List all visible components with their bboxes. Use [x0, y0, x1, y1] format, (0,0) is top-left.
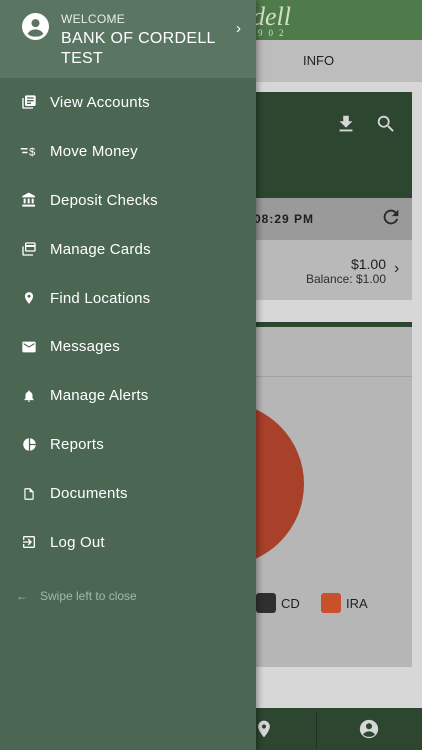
menu-item-view-accounts[interactable]: View Accounts: [0, 78, 256, 127]
legend-label-cd: CD: [281, 595, 300, 611]
bottom-nav-divider: [316, 712, 317, 748]
menu-item-log-out[interactable]: Log Out: [0, 518, 256, 567]
welcome-label: WELCOME: [61, 12, 126, 26]
menu-item-manage-cards[interactable]: Manage Cards: [0, 225, 256, 274]
menu-label: Deposit Checks: [50, 191, 158, 209]
profile-icon[interactable]: [358, 718, 380, 740]
menu-label: Messages: [50, 338, 120, 356]
menu-label: View Accounts: [50, 93, 150, 111]
bank-icon: [20, 191, 38, 209]
legend-swatch-cd: [256, 593, 276, 613]
menu-label: Log Out: [50, 533, 105, 551]
chevron-right-icon: ›: [236, 20, 241, 37]
drawer-menu: View Accounts $ Move Money Deposit Check…: [0, 78, 256, 567]
logout-icon: [20, 533, 38, 551]
move-money-icon: $: [20, 142, 38, 160]
swipe-hint-text: Swipe left to close: [40, 589, 137, 603]
swipe-hint: ← Swipe left to close: [16, 589, 137, 603]
menu-label: Reports: [50, 436, 104, 454]
menu-item-move-money[interactable]: $ Move Money: [0, 127, 256, 176]
drawer-profile-header[interactable]: WELCOME BANK OF CORDELL TEST ›: [0, 0, 256, 78]
pie-chart-icon: [20, 436, 38, 454]
menu-item-messages[interactable]: Messages: [0, 322, 256, 371]
legend-swatch-ira: [321, 593, 341, 613]
card-icon: [20, 240, 38, 258]
menu-item-find-locations[interactable]: Find Locations: [0, 274, 256, 323]
menu-label: Find Locations: [50, 289, 151, 307]
menu-label: Move Money: [50, 142, 138, 160]
svg-text:$: $: [29, 147, 36, 159]
avatar-icon: [22, 13, 49, 40]
bank-name: BANK OF CORDELL TEST: [61, 30, 216, 67]
location-pin-icon[interactable]: [254, 718, 274, 740]
legend-item-cd: CD: [256, 593, 300, 613]
menu-item-deposit-checks[interactable]: Deposit Checks: [0, 176, 256, 225]
location-pin-icon: [20, 289, 38, 307]
bell-icon: [20, 387, 38, 405]
accounts-icon: [20, 93, 38, 111]
navigation-drawer: WELCOME BANK OF CORDELL TEST › View Acco…: [0, 0, 256, 750]
arrow-left-icon: ←: [16, 589, 28, 603]
legend-item-ira: IRA: [321, 593, 368, 613]
menu-item-documents[interactable]: Documents: [0, 469, 256, 518]
menu-label: Documents: [50, 485, 128, 503]
mail-icon: [20, 338, 38, 356]
menu-item-reports[interactable]: Reports: [0, 420, 256, 469]
menu-label: Manage Cards: [50, 240, 151, 258]
menu-item-manage-alerts[interactable]: Manage Alerts: [0, 371, 256, 420]
document-icon: [20, 485, 38, 503]
menu-label: Manage Alerts: [50, 387, 149, 405]
legend-label-ira: IRA: [346, 595, 368, 611]
